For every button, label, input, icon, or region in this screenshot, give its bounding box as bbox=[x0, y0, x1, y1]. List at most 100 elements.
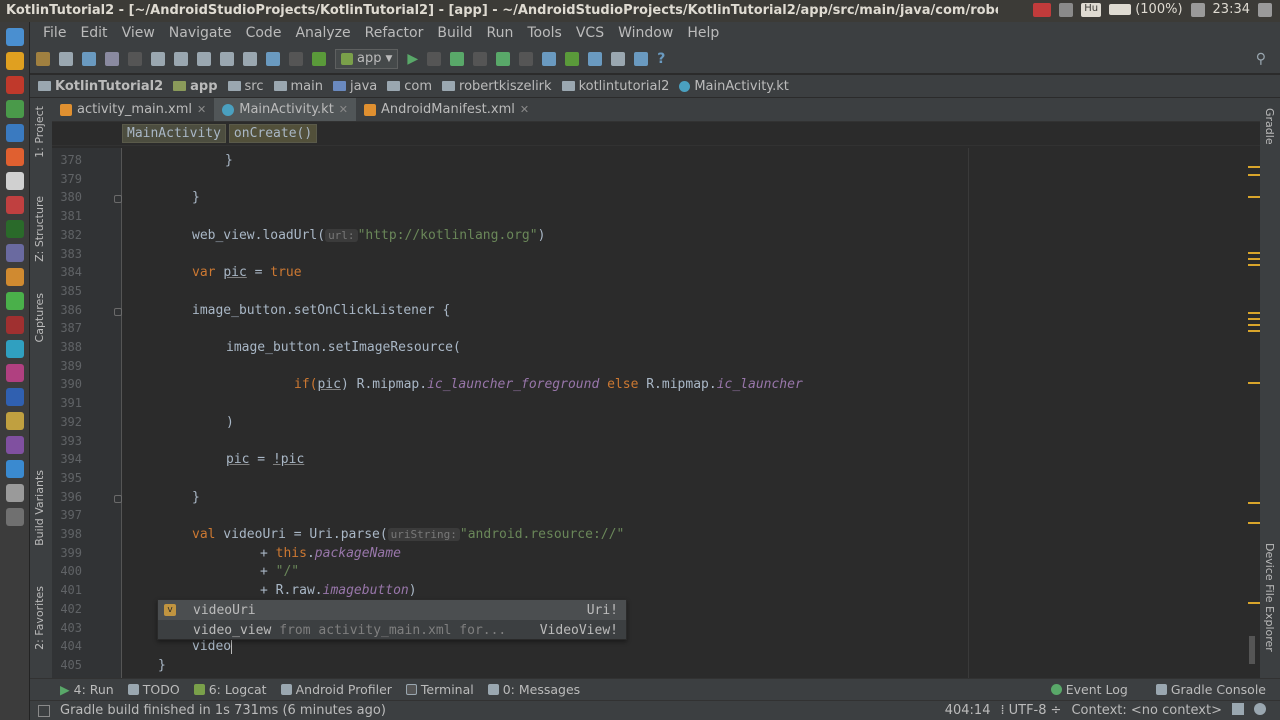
warning-marker[interactable] bbox=[1248, 174, 1260, 176]
scroll-thumb[interactable] bbox=[1249, 636, 1255, 664]
project-structure-icon[interactable] bbox=[611, 51, 626, 66]
crumb-src[interactable]: src bbox=[227, 79, 264, 94]
warning-marker[interactable] bbox=[1248, 252, 1260, 254]
tab-mainactivity-kt[interactable]: MainActivity.kt ✕ bbox=[214, 98, 357, 121]
editor-scrollbar[interactable] bbox=[1246, 148, 1260, 678]
search-everywhere-icon[interactable]: ⚲ bbox=[1256, 51, 1266, 67]
avd-manager-icon[interactable] bbox=[542, 51, 557, 66]
volume-icon[interactable] bbox=[1190, 2, 1205, 17]
crumb-robertkiszelirk[interactable]: robertkiszelirk bbox=[442, 79, 552, 94]
launcher-chrome-icon[interactable] bbox=[5, 52, 24, 70]
close-icon[interactable]: ✕ bbox=[520, 103, 529, 116]
favorites-tool-tab[interactable]: 2: Favorites bbox=[33, 586, 46, 650]
breadcrumb-method[interactable]: onCreate() bbox=[228, 124, 318, 143]
paste-icon[interactable] bbox=[197, 51, 211, 66]
warning-marker[interactable] bbox=[1248, 602, 1260, 604]
settings-gear-icon[interactable] bbox=[1258, 2, 1272, 17]
tool-windows-toggle-icon[interactable] bbox=[38, 705, 50, 717]
tab-androidmanifest-xml[interactable]: AndroidManifest.xml ✕ bbox=[356, 98, 537, 121]
status-message[interactable]: Gradle build finished in 1s 731ms (6 min… bbox=[60, 703, 386, 718]
run-configuration-select[interactable]: app ▼ bbox=[335, 48, 399, 69]
project-tool-tab[interactable]: 1: Project bbox=[33, 106, 46, 158]
stop-icon[interactable] bbox=[519, 51, 534, 66]
event-log-tool-button[interactable]: Event Log bbox=[1050, 682, 1128, 697]
launcher-app-icon[interactable] bbox=[5, 76, 24, 94]
gradle-console-tool-button[interactable]: Gradle Console bbox=[1155, 682, 1266, 697]
completion-item[interactable]: v videoUri Uri! bbox=[158, 600, 626, 620]
network-icon[interactable] bbox=[1059, 2, 1074, 17]
warning-marker[interactable] bbox=[1248, 502, 1260, 504]
warning-marker[interactable] bbox=[1248, 264, 1260, 266]
crumb-java[interactable]: java bbox=[333, 79, 377, 94]
sync-gradle-icon[interactable] bbox=[565, 51, 580, 66]
launcher-trash-icon[interactable] bbox=[5, 508, 24, 526]
tab-activity-main-xml[interactable]: activity_main.xml ✕ bbox=[52, 98, 214, 121]
warning-marker[interactable] bbox=[1248, 330, 1260, 332]
apply-changes-icon[interactable] bbox=[427, 51, 442, 66]
launcher-app-icon[interactable] bbox=[5, 100, 24, 118]
keyboard-layout-icon[interactable]: Hu bbox=[1081, 2, 1102, 17]
android-profiler-tool-button[interactable]: Android Profiler bbox=[280, 682, 392, 697]
warning-marker[interactable] bbox=[1248, 196, 1260, 198]
fold-marker-icon[interactable] bbox=[114, 307, 122, 316]
build-variants-tool-tab[interactable]: Build Variants bbox=[33, 470, 46, 546]
fold-marker-icon[interactable] bbox=[114, 195, 122, 204]
launcher-app-icon[interactable] bbox=[5, 412, 24, 430]
line-separator-and-encoding[interactable]: ⁞ UTF-8 ÷ bbox=[1000, 703, 1061, 718]
menu-file[interactable]: File bbox=[36, 25, 73, 41]
launcher-app-icon[interactable] bbox=[5, 436, 24, 454]
close-icon[interactable]: ✕ bbox=[197, 103, 206, 116]
debug-icon[interactable] bbox=[450, 51, 465, 66]
launcher-app-icon[interactable] bbox=[5, 196, 24, 214]
launcher-app-icon[interactable] bbox=[5, 244, 24, 262]
forward-icon[interactable] bbox=[289, 51, 303, 66]
captures-tool-tab[interactable]: Captures bbox=[33, 293, 46, 342]
crumb-kotlintutorial2[interactable]: kotlintutorial2 bbox=[561, 79, 669, 94]
gradle-tool-tab[interactable]: Gradle bbox=[1263, 108, 1276, 145]
launcher-app-icon[interactable] bbox=[5, 124, 24, 142]
battery-indicator[interactable]: (100%) bbox=[1109, 2, 1183, 17]
find-icon[interactable] bbox=[220, 51, 234, 66]
back-icon[interactable] bbox=[266, 51, 280, 66]
launcher-app-icon[interactable] bbox=[5, 388, 24, 406]
launcher-app-icon[interactable] bbox=[5, 292, 24, 310]
clock[interactable]: 23:34 bbox=[1213, 2, 1250, 17]
menu-help[interactable]: Help bbox=[680, 25, 726, 41]
launcher-app-icon[interactable] bbox=[5, 220, 24, 238]
warning-marker[interactable] bbox=[1248, 312, 1260, 314]
run-icon[interactable]: ▶ bbox=[407, 51, 418, 67]
inspector-icon[interactable] bbox=[1254, 703, 1266, 715]
profiler-icon[interactable] bbox=[634, 51, 649, 66]
fold-marker-icon[interactable] bbox=[114, 494, 122, 503]
launcher-app-icon[interactable] bbox=[5, 340, 24, 358]
crumb-com[interactable]: com bbox=[387, 79, 432, 94]
profile-icon[interactable] bbox=[473, 51, 488, 66]
launcher-app-icon[interactable] bbox=[5, 364, 24, 382]
menu-build[interactable]: Build bbox=[430, 25, 479, 41]
logcat-tool-button[interactable]: 6: Logcat bbox=[193, 682, 267, 697]
menu-refactor[interactable]: Refactor bbox=[358, 25, 431, 41]
copy-icon[interactable] bbox=[174, 51, 188, 66]
menu-navigate[interactable]: Navigate bbox=[162, 25, 239, 41]
undo-icon[interactable] bbox=[105, 51, 119, 66]
warning-marker[interactable] bbox=[1248, 522, 1260, 524]
sync-icon[interactable] bbox=[82, 51, 96, 66]
make-project-icon[interactable] bbox=[312, 51, 326, 66]
breadcrumb-class[interactable]: MainActivity bbox=[122, 124, 226, 143]
warning-marker[interactable] bbox=[1248, 166, 1260, 168]
menu-view[interactable]: View bbox=[115, 25, 162, 41]
launcher-search-icon[interactable] bbox=[5, 28, 24, 46]
run-tool-button[interactable]: ▶ 4: Run bbox=[60, 682, 114, 697]
terminal-tool-button[interactable]: Terminal bbox=[405, 682, 474, 697]
launcher-app-icon[interactable] bbox=[5, 460, 24, 478]
warning-marker[interactable] bbox=[1248, 382, 1260, 384]
caret-position[interactable]: 404:14 bbox=[945, 703, 991, 718]
crumb-mainactivity[interactable]: MainActivity.kt bbox=[679, 79, 789, 94]
lock-icon[interactable] bbox=[1232, 703, 1244, 715]
redo-icon[interactable] bbox=[128, 51, 142, 66]
menu-window[interactable]: Window bbox=[611, 25, 680, 41]
help-icon[interactable]: ? bbox=[657, 51, 665, 67]
messages-tool-button[interactable]: 0: Messages bbox=[487, 682, 580, 697]
replace-icon[interactable] bbox=[243, 51, 257, 66]
warning-marker[interactable] bbox=[1248, 258, 1260, 260]
